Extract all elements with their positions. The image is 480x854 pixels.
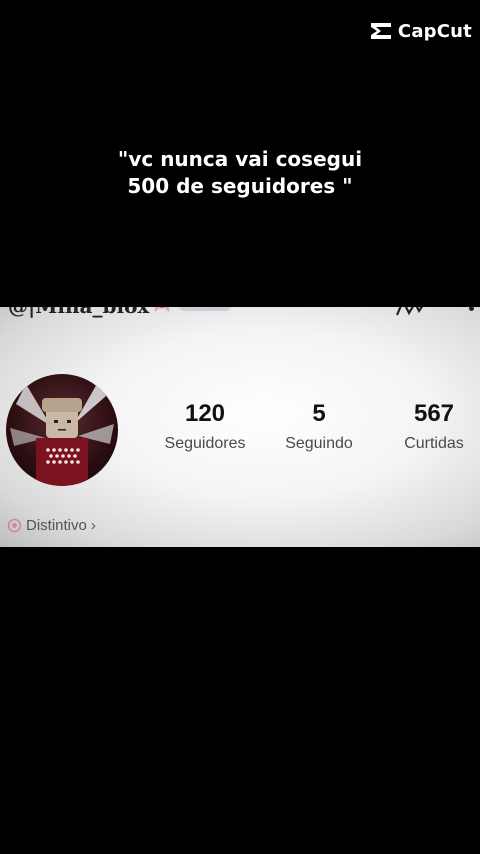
- stat-likes[interactable]: 567 Curtidas: [390, 399, 478, 455]
- badge-icon: [7, 518, 22, 533]
- stat-following[interactable]: 5 Seguindo: [270, 399, 368, 455]
- capcut-watermark: CapCut: [368, 20, 472, 42]
- bow-icon: [154, 307, 170, 312]
- avatar[interactable]: [6, 374, 118, 486]
- profile-stats: 120 Seguidores 5 Seguindo 567 Curtidas: [150, 399, 480, 469]
- following-count: 5: [312, 400, 326, 427]
- handle-badge: [179, 307, 232, 311]
- profile-handle-row: @|Mina_blox: [8, 307, 232, 319]
- following-label: Seguindo: [285, 435, 353, 452]
- video-caption: "vc nunca vai cosegui 500 de seguidores …: [0, 146, 480, 200]
- edit-scribble-icon[interactable]: [395, 307, 425, 319]
- followers-label: Seguidores: [164, 435, 246, 452]
- caption-line-2: 500 de seguidores ": [127, 174, 353, 198]
- capcut-logo-icon: [370, 23, 391, 39]
- stat-followers[interactable]: 120 Seguidores: [150, 399, 260, 455]
- profile-screenshot: @|Mina_blox: [0, 307, 480, 547]
- chevron-right-icon: ›: [90, 517, 96, 534]
- more-options-dot-icon[interactable]: [469, 307, 474, 311]
- badge-link-label: Distintivo: [26, 517, 87, 534]
- profile-handle: @|Mina_blox: [8, 307, 149, 318]
- capcut-wordmark: CapCut: [397, 20, 472, 42]
- top-actions: [395, 307, 474, 319]
- likes-label: Curtidas: [404, 435, 464, 452]
- caption-line-1: "vc nunca vai cosegui: [117, 147, 363, 171]
- badge-link[interactable]: Distintivo ›: [7, 517, 96, 534]
- avatar-image: [10, 382, 114, 486]
- likes-count: 567: [413, 400, 455, 427]
- followers-count: 120: [184, 400, 226, 427]
